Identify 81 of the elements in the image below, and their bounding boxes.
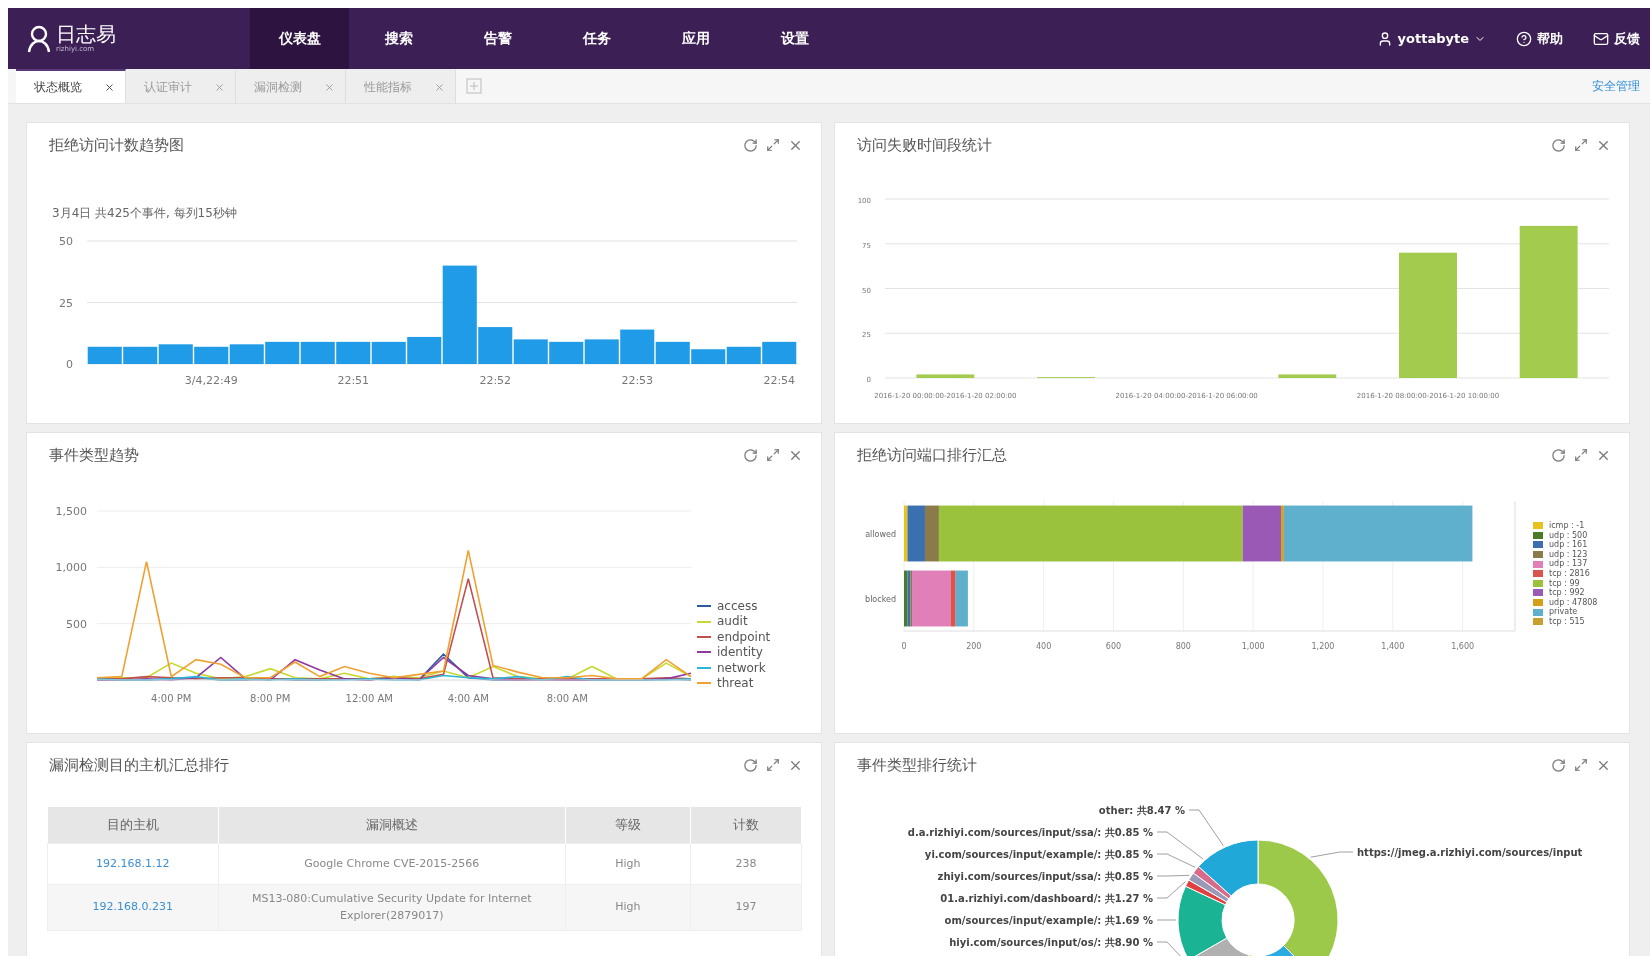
panel-title: 拒绝访问端口排行汇总 — [857, 445, 1007, 465]
axis-label: 50 — [59, 235, 73, 248]
legend-label: access — [717, 599, 758, 614]
table-cell: Google Chrome CVE-2015-2566 — [218, 843, 566, 885]
nav-item[interactable]: 任务 — [547, 8, 646, 69]
slice-label: https://jmeg.a.rizhiyi.com/sources/input — [1357, 847, 1583, 858]
legend-label: identity — [717, 645, 763, 660]
table-cell: MS13-080:Cumulative Security Update for Internet Explorer(2879017) — [218, 884, 566, 931]
slice-label: other: 共8.47 % — [1098, 805, 1185, 816]
axis-label: 8:00 AM — [546, 693, 588, 704]
panel-title: 事件类型排行统计 — [857, 755, 977, 775]
legend-label: icmp : -1 — [1549, 521, 1585, 531]
help-link[interactable]: 帮助 — [1516, 29, 1563, 48]
axis-label: 600 — [1105, 642, 1122, 651]
legend-label: tcp : 99 — [1549, 578, 1580, 589]
slice-label: om/sources/input/example/: 共1.69 % — [944, 915, 1153, 926]
slice-label: yi.com/sources/input/example/: 共0.85 % — [924, 849, 1153, 860]
axis-label: 22:53 — [621, 374, 654, 387]
axis-label: 400 — [1036, 642, 1052, 651]
axis-label: 25 — [59, 296, 73, 310]
legend-label: threat — [717, 675, 754, 691]
legend-label: network — [717, 660, 766, 675]
legend-label: tcp : 2816 — [1549, 568, 1590, 579]
legend-label: udp : 47808 — [1549, 597, 1598, 608]
nav-item[interactable]: 告警 — [448, 8, 547, 69]
axis-label: 0 — [901, 642, 907, 651]
slice-label: d.a.rizhiyi.com/sources/input/ssa/: 共0.85 % — [907, 827, 1153, 838]
column-header: 目的主机 — [47, 807, 219, 844]
panel-title: 漏洞检测目的主机汇总排行 — [49, 755, 229, 775]
legend-label: udp : 137 — [1549, 559, 1588, 569]
axis-label: 1,200 — [1311, 642, 1335, 651]
feedback-link[interactable]: 反馈 — [1593, 29, 1640, 48]
axis-label: 1,000 — [55, 561, 87, 575]
logo-text: 日志易 — [56, 24, 116, 44]
axis-label: 8:00 PM — [250, 693, 291, 704]
nav-item[interactable]: 设置 — [745, 8, 844, 69]
axis-label: 800 — [1175, 642, 1191, 651]
tab[interactable]: 状态概览 — [16, 69, 126, 103]
legend-label: endpoint — [717, 629, 771, 645]
nav-item[interactable]: 搜索 — [349, 8, 448, 69]
axis-label: 22:52 — [479, 374, 512, 387]
legend-label: tcp : 515 — [1549, 616, 1585, 627]
axis-label: 1,000 — [1241, 642, 1265, 651]
slice-label: hiyi.com/sources/input/os/: 共8.90 % — [949, 937, 1153, 948]
column-header: 漏洞概述 — [218, 807, 566, 844]
legend-label: udp : 161 — [1549, 540, 1588, 550]
axis-label: 4:00 PM — [151, 693, 192, 704]
user-menu[interactable]: yottabyte — [1376, 30, 1486, 47]
axis-label: 1,400 — [1381, 642, 1405, 651]
axis-label: 500 — [66, 617, 87, 631]
ip-link[interactable]: 192.168.1.12 — [96, 856, 170, 870]
legend-label: udp : 123 — [1549, 549, 1588, 560]
column-header: 等级 — [565, 807, 691, 844]
axis-label: 1,600 — [1451, 642, 1475, 651]
panel-title: 事件类型趋势 — [49, 445, 139, 465]
chart-subtitle: 3月4日 共425个事件, 每列15秒钟 — [51, 205, 238, 222]
legend-label: udp : 500 — [1549, 530, 1588, 541]
legend-label: audit — [717, 614, 748, 629]
axis-label: 3/4,22:49 — [184, 374, 238, 387]
axis-label: 12:00 AM — [345, 693, 393, 704]
panel-title: 访问失败时间段统计 — [857, 135, 992, 155]
panel-title: 拒绝访问计数趋势图 — [49, 135, 184, 155]
slice-label: zhiyi.com/sources/input/ssa/: 共0.85 % — [937, 871, 1153, 882]
axis-label: allowed — [865, 529, 896, 539]
axis-label: blocked — [865, 594, 896, 604]
column-header: 计数 — [690, 807, 802, 844]
axis-label: 200 — [966, 642, 982, 651]
axis-label: 4:00 AM — [447, 693, 489, 704]
nav-item[interactable]: 仪表盘 — [250, 8, 349, 69]
table-cell: High — [565, 843, 691, 885]
axis-label: 22:54 — [763, 374, 796, 387]
table-cell: 197 — [690, 884, 802, 931]
slice-label: 01.a.rizhiyi.com/dashboard/: 共1.27 % — [940, 893, 1153, 904]
axis-label: 22:51 — [337, 374, 370, 387]
table-cell: High — [565, 884, 691, 931]
axis-label: 1,500 — [55, 505, 87, 518]
legend-label: tcp : 992 — [1549, 588, 1585, 598]
legend-label: private — [1549, 607, 1578, 617]
axis-label: 0 — [66, 358, 73, 371]
nav-item[interactable]: 应用 — [646, 8, 745, 69]
table-cell: 238 — [690, 843, 802, 885]
